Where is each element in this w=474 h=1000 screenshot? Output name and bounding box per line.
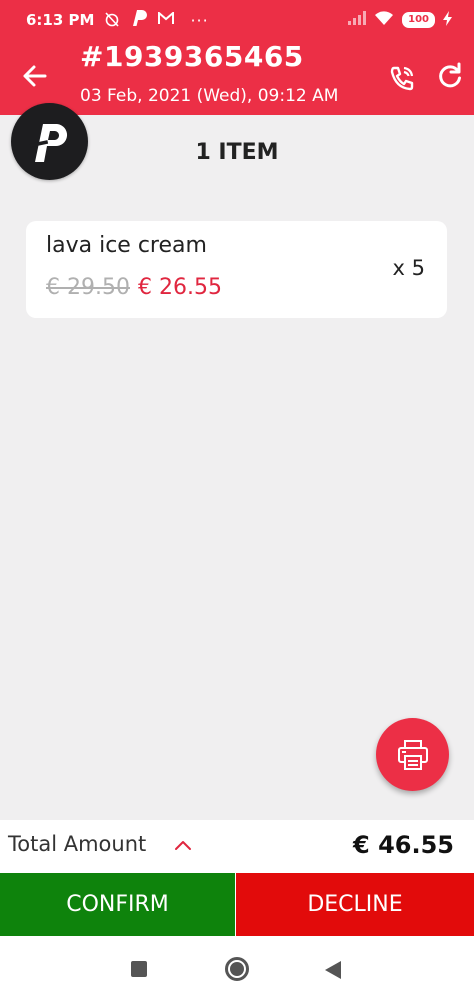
total-bar: Total Amount € 46.55 — [0, 820, 474, 873]
item-discounted-price: € 26.55 — [137, 275, 222, 300]
battery-indicator: 100 — [402, 12, 435, 28]
refresh-button[interactable] — [436, 62, 466, 92]
order-datetime: 03 Feb, 2021 (Wed), 09:12 AM — [80, 86, 339, 106]
item-prices: € 29.50 € 26.55 — [46, 275, 222, 300]
items-count-title: 1 ITEM — [195, 140, 279, 165]
item-quantity: x 5 — [392, 256, 425, 280]
status-bar: 6:13 PM ··· 100 — [0, 0, 474, 40]
app-header: #1939365465 03 Feb, 2021 (Wed), 09:12 AM — [0, 40, 474, 115]
back-button[interactable] — [16, 58, 52, 94]
top-bar: 6:13 PM ··· 100 #1939365465 03 Feb, 2021… — [0, 0, 474, 115]
order-number: #1939365465 — [80, 40, 304, 73]
refresh-icon — [439, 62, 461, 88]
back-nav-button[interactable] — [325, 961, 341, 979]
chevron-up-icon — [175, 841, 191, 850]
printer-icon — [397, 739, 428, 770]
signal-icon — [348, 11, 367, 29]
system-nav-bar — [0, 936, 474, 1000]
alarm-off-icon — [104, 11, 120, 30]
decline-button[interactable]: DECLINE — [236, 873, 474, 936]
status-time: 6:13 PM — [26, 11, 95, 29]
item-name: lava ice cream — [46, 233, 207, 258]
confirm-button[interactable]: CONFIRM — [0, 873, 236, 936]
order-item-card: lava ice cream € 29.50 € 26.55 x 5 — [26, 221, 447, 318]
recents-nav-button[interactable] — [131, 961, 147, 977]
item-original-price: € 29.50 — [46, 275, 130, 300]
charging-icon — [443, 10, 452, 30]
total-value: € 46.55 — [353, 831, 454, 859]
wifi-icon — [374, 10, 394, 30]
arrow-left-icon — [23, 65, 47, 87]
gmail-icon — [158, 10, 175, 28]
total-label: Total Amount — [8, 832, 147, 856]
app-notification-icon — [130, 9, 148, 32]
print-button[interactable] — [376, 718, 449, 791]
total-expand-button[interactable] — [172, 834, 194, 856]
phone-call-icon — [390, 66, 414, 91]
more-notifications-icon: ··· — [190, 10, 209, 30]
action-buttons: CONFIRM DECLINE — [0, 873, 474, 936]
call-button[interactable] — [388, 64, 416, 92]
home-nav-button[interactable] — [225, 957, 249, 981]
